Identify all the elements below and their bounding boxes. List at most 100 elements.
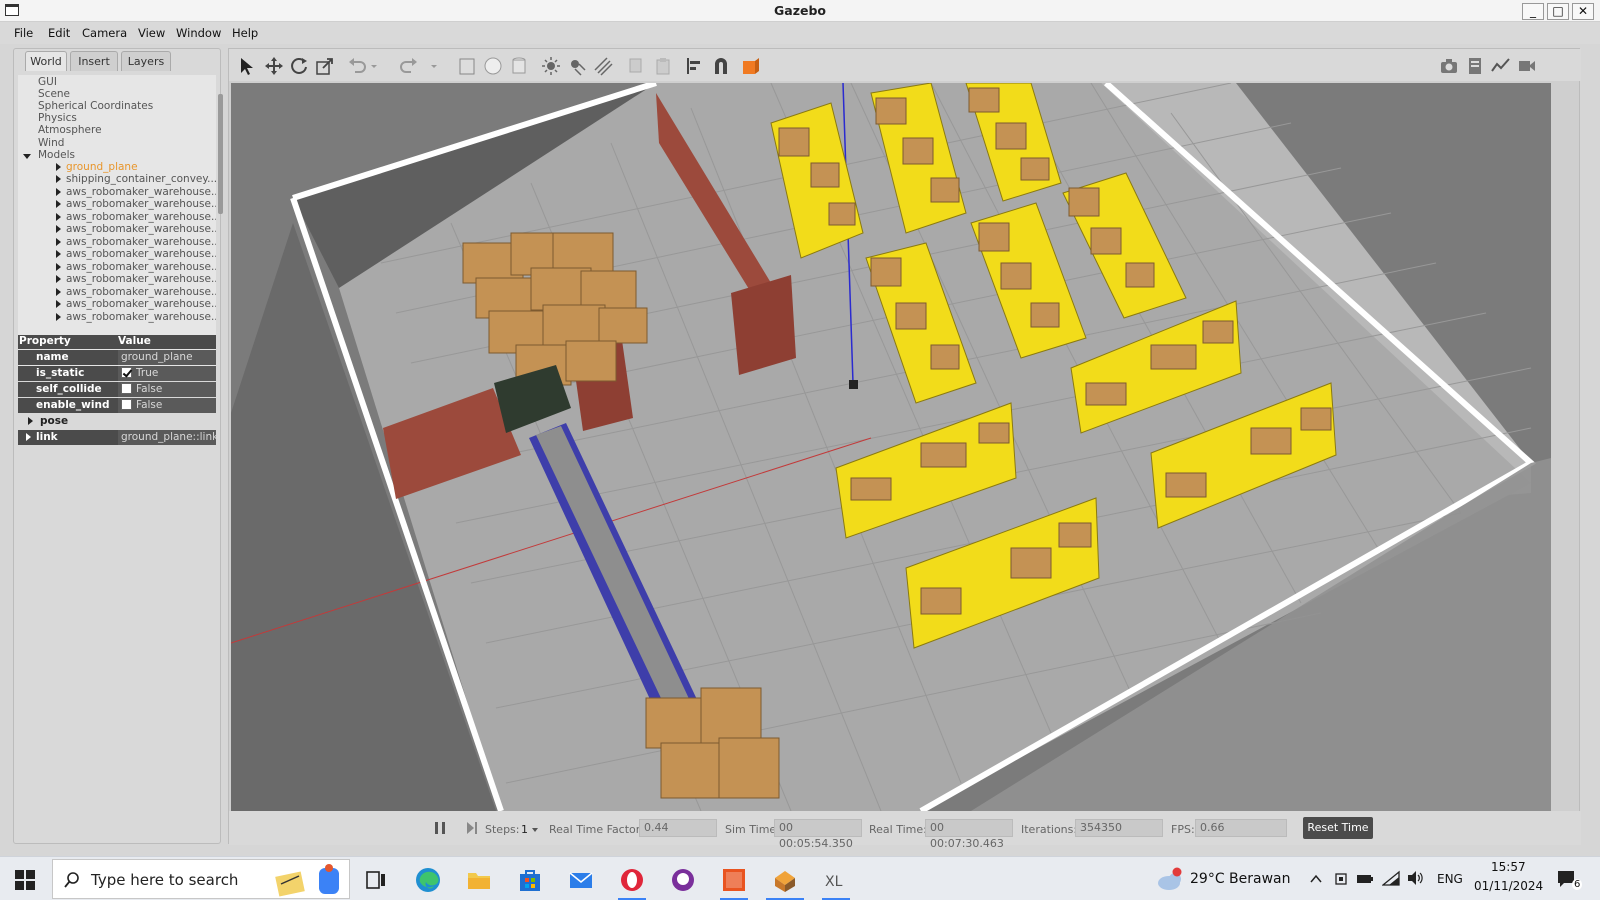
log-icon[interactable]	[1465, 56, 1485, 76]
tree-item-physics[interactable]: Physics	[38, 112, 77, 124]
translate-icon[interactable]	[264, 56, 284, 76]
expand-arrow-icon[interactable]	[56, 200, 61, 208]
redo-icon[interactable]	[399, 56, 419, 76]
expand-arrow-icon[interactable]	[56, 225, 61, 233]
self-collide-checkbox[interactable]	[121, 383, 132, 394]
opera-browser-icon[interactable]	[618, 866, 646, 894]
x-server-icon[interactable]: XL	[822, 866, 850, 894]
gazebo-app-icon[interactable]	[771, 866, 799, 894]
tree-item-model[interactable]: aws_robomaker_warehouse...	[66, 298, 216, 310]
meet-now-icon[interactable]	[1333, 871, 1349, 887]
battery-icon[interactable]	[1356, 872, 1374, 886]
close-button[interactable]: ✕	[1572, 3, 1594, 20]
tree-item-wind[interactable]: Wind	[38, 137, 64, 149]
tree-item-model[interactable]: aws_robomaker_warehouse...	[66, 261, 216, 273]
menu-view[interactable]: View	[138, 26, 165, 40]
expand-arrow-icon[interactable]	[56, 188, 61, 196]
clock-date[interactable]: 01/11/2024	[1474, 879, 1543, 893]
weather-text[interactable]: 29°C Berawan	[1190, 871, 1291, 887]
enable-wind-checkbox[interactable]	[121, 399, 132, 410]
microsoft-store-icon[interactable]	[516, 866, 544, 894]
rotate-icon[interactable]	[289, 56, 309, 76]
expand-arrow-icon[interactable]	[23, 154, 31, 159]
menu-edit[interactable]: Edit	[48, 26, 70, 40]
mail-icon[interactable]	[567, 866, 595, 894]
expand-arrow-icon[interactable]	[56, 275, 61, 283]
windows-start-icon[interactable]	[15, 870, 35, 890]
tree-item-gui[interactable]: GUI	[38, 76, 57, 88]
file-explorer-icon[interactable]	[465, 866, 493, 894]
tab-insert[interactable]: Insert	[70, 51, 118, 71]
tree-item-model[interactable]: aws_robomaker_warehouse...	[66, 198, 216, 210]
expand-arrow-icon[interactable]	[56, 313, 61, 321]
tree-item-spherical-coordinates[interactable]: Spherical Coordinates	[38, 100, 153, 112]
task-view-icon[interactable]	[362, 866, 390, 894]
ubuntu-terminal-icon[interactable]	[720, 866, 748, 894]
property-value[interactable]: ground_plane::link	[118, 430, 218, 445]
tree-item-model[interactable]: aws_robomaker_warehouse...	[66, 286, 216, 298]
tree-item-model[interactable]: aws_robomaker_warehouse...	[66, 186, 216, 198]
expand-arrow-icon[interactable]	[56, 213, 61, 221]
menu-file[interactable]: File	[14, 26, 33, 40]
screenshot-camera-icon[interactable]	[1439, 56, 1459, 76]
scale-icon[interactable]	[315, 56, 335, 76]
tab-world[interactable]: World	[25, 51, 67, 71]
expand-arrow-icon[interactable]	[56, 300, 61, 308]
taskbar-search-box[interactable]: Type here to search	[52, 859, 350, 899]
property-value[interactable]: ground_plane	[118, 350, 216, 365]
input-language[interactable]: ENG	[1437, 872, 1463, 886]
step-forward-icon[interactable]	[465, 821, 479, 835]
tree-item-model[interactable]: shipping_container_convey...	[66, 173, 216, 185]
is-static-checkbox[interactable]	[121, 367, 132, 378]
volume-icon[interactable]	[1406, 870, 1424, 886]
menu-help[interactable]: Help	[232, 26, 258, 40]
spot-light-icon[interactable]	[567, 56, 587, 76]
expand-arrow-icon[interactable]	[56, 238, 61, 246]
expand-arrow-icon[interactable]	[56, 250, 61, 258]
tree-item-model[interactable]: aws_robomaker_warehouse...	[66, 273, 216, 285]
select-arrow-icon[interactable]	[237, 56, 257, 76]
cloudy-weather-icon[interactable]	[1155, 867, 1189, 893]
github-desktop-icon[interactable]	[669, 866, 697, 894]
dropdown-arrow-icon[interactable]	[429, 56, 439, 76]
wifi-icon[interactable]	[1382, 870, 1400, 886]
expand-arrow-icon[interactable]	[56, 175, 61, 183]
expand-arrow-icon[interactable]	[56, 163, 61, 171]
cylinder-shape-icon[interactable]	[509, 56, 529, 76]
align-icon[interactable]	[685, 56, 705, 76]
expand-arrow-icon[interactable]	[26, 433, 31, 441]
copy-icon[interactable]	[627, 56, 647, 76]
show-hidden-icons-chevron-up-icon[interactable]	[1309, 872, 1323, 886]
tree-item-model[interactable]: aws_robomaker_warehouse...	[66, 311, 216, 323]
3d-viewport[interactable]	[231, 83, 1551, 811]
undo-icon[interactable]	[347, 56, 367, 76]
expand-arrow-icon[interactable]	[56, 288, 61, 296]
maximize-button[interactable]: □	[1547, 3, 1569, 20]
tree-item-models[interactable]: Models	[38, 149, 75, 161]
menu-window[interactable]: Window	[176, 26, 221, 40]
directional-light-icon[interactable]	[593, 56, 613, 76]
tree-item-model-selected[interactable]: ground_plane	[66, 161, 138, 173]
tree-item-model[interactable]: aws_robomaker_warehouse...	[66, 211, 216, 223]
tree-item-scene[interactable]: Scene	[38, 88, 70, 100]
clock-time[interactable]: 15:57	[1491, 860, 1526, 874]
expand-arrow-icon[interactable]	[28, 417, 33, 425]
dropdown-arrow-icon[interactable]	[369, 56, 379, 76]
change-view-angle-icon[interactable]	[741, 56, 761, 76]
expand-arrow-icon[interactable]	[56, 263, 61, 271]
edge-browser-icon[interactable]	[414, 866, 442, 894]
point-light-icon[interactable]	[541, 56, 561, 76]
tree-item-model[interactable]: aws_robomaker_warehouse...	[66, 248, 216, 260]
steps-dropdown-icon[interactable]	[531, 826, 539, 834]
menu-camera[interactable]: Camera	[82, 26, 127, 40]
tree-scrollbar[interactable]	[218, 94, 223, 214]
box-shape-icon[interactable]	[457, 56, 477, 76]
tree-item-model[interactable]: aws_robomaker_warehouse...	[66, 236, 216, 248]
plot-icon[interactable]	[1491, 56, 1511, 76]
minimize-button[interactable]: _	[1522, 3, 1544, 20]
reset-time-button[interactable]: Reset Time	[1303, 817, 1373, 839]
pause-icon[interactable]	[433, 821, 447, 835]
tab-layers[interactable]: Layers	[121, 51, 171, 71]
paste-icon[interactable]	[653, 56, 673, 76]
sphere-shape-icon[interactable]	[483, 56, 503, 76]
